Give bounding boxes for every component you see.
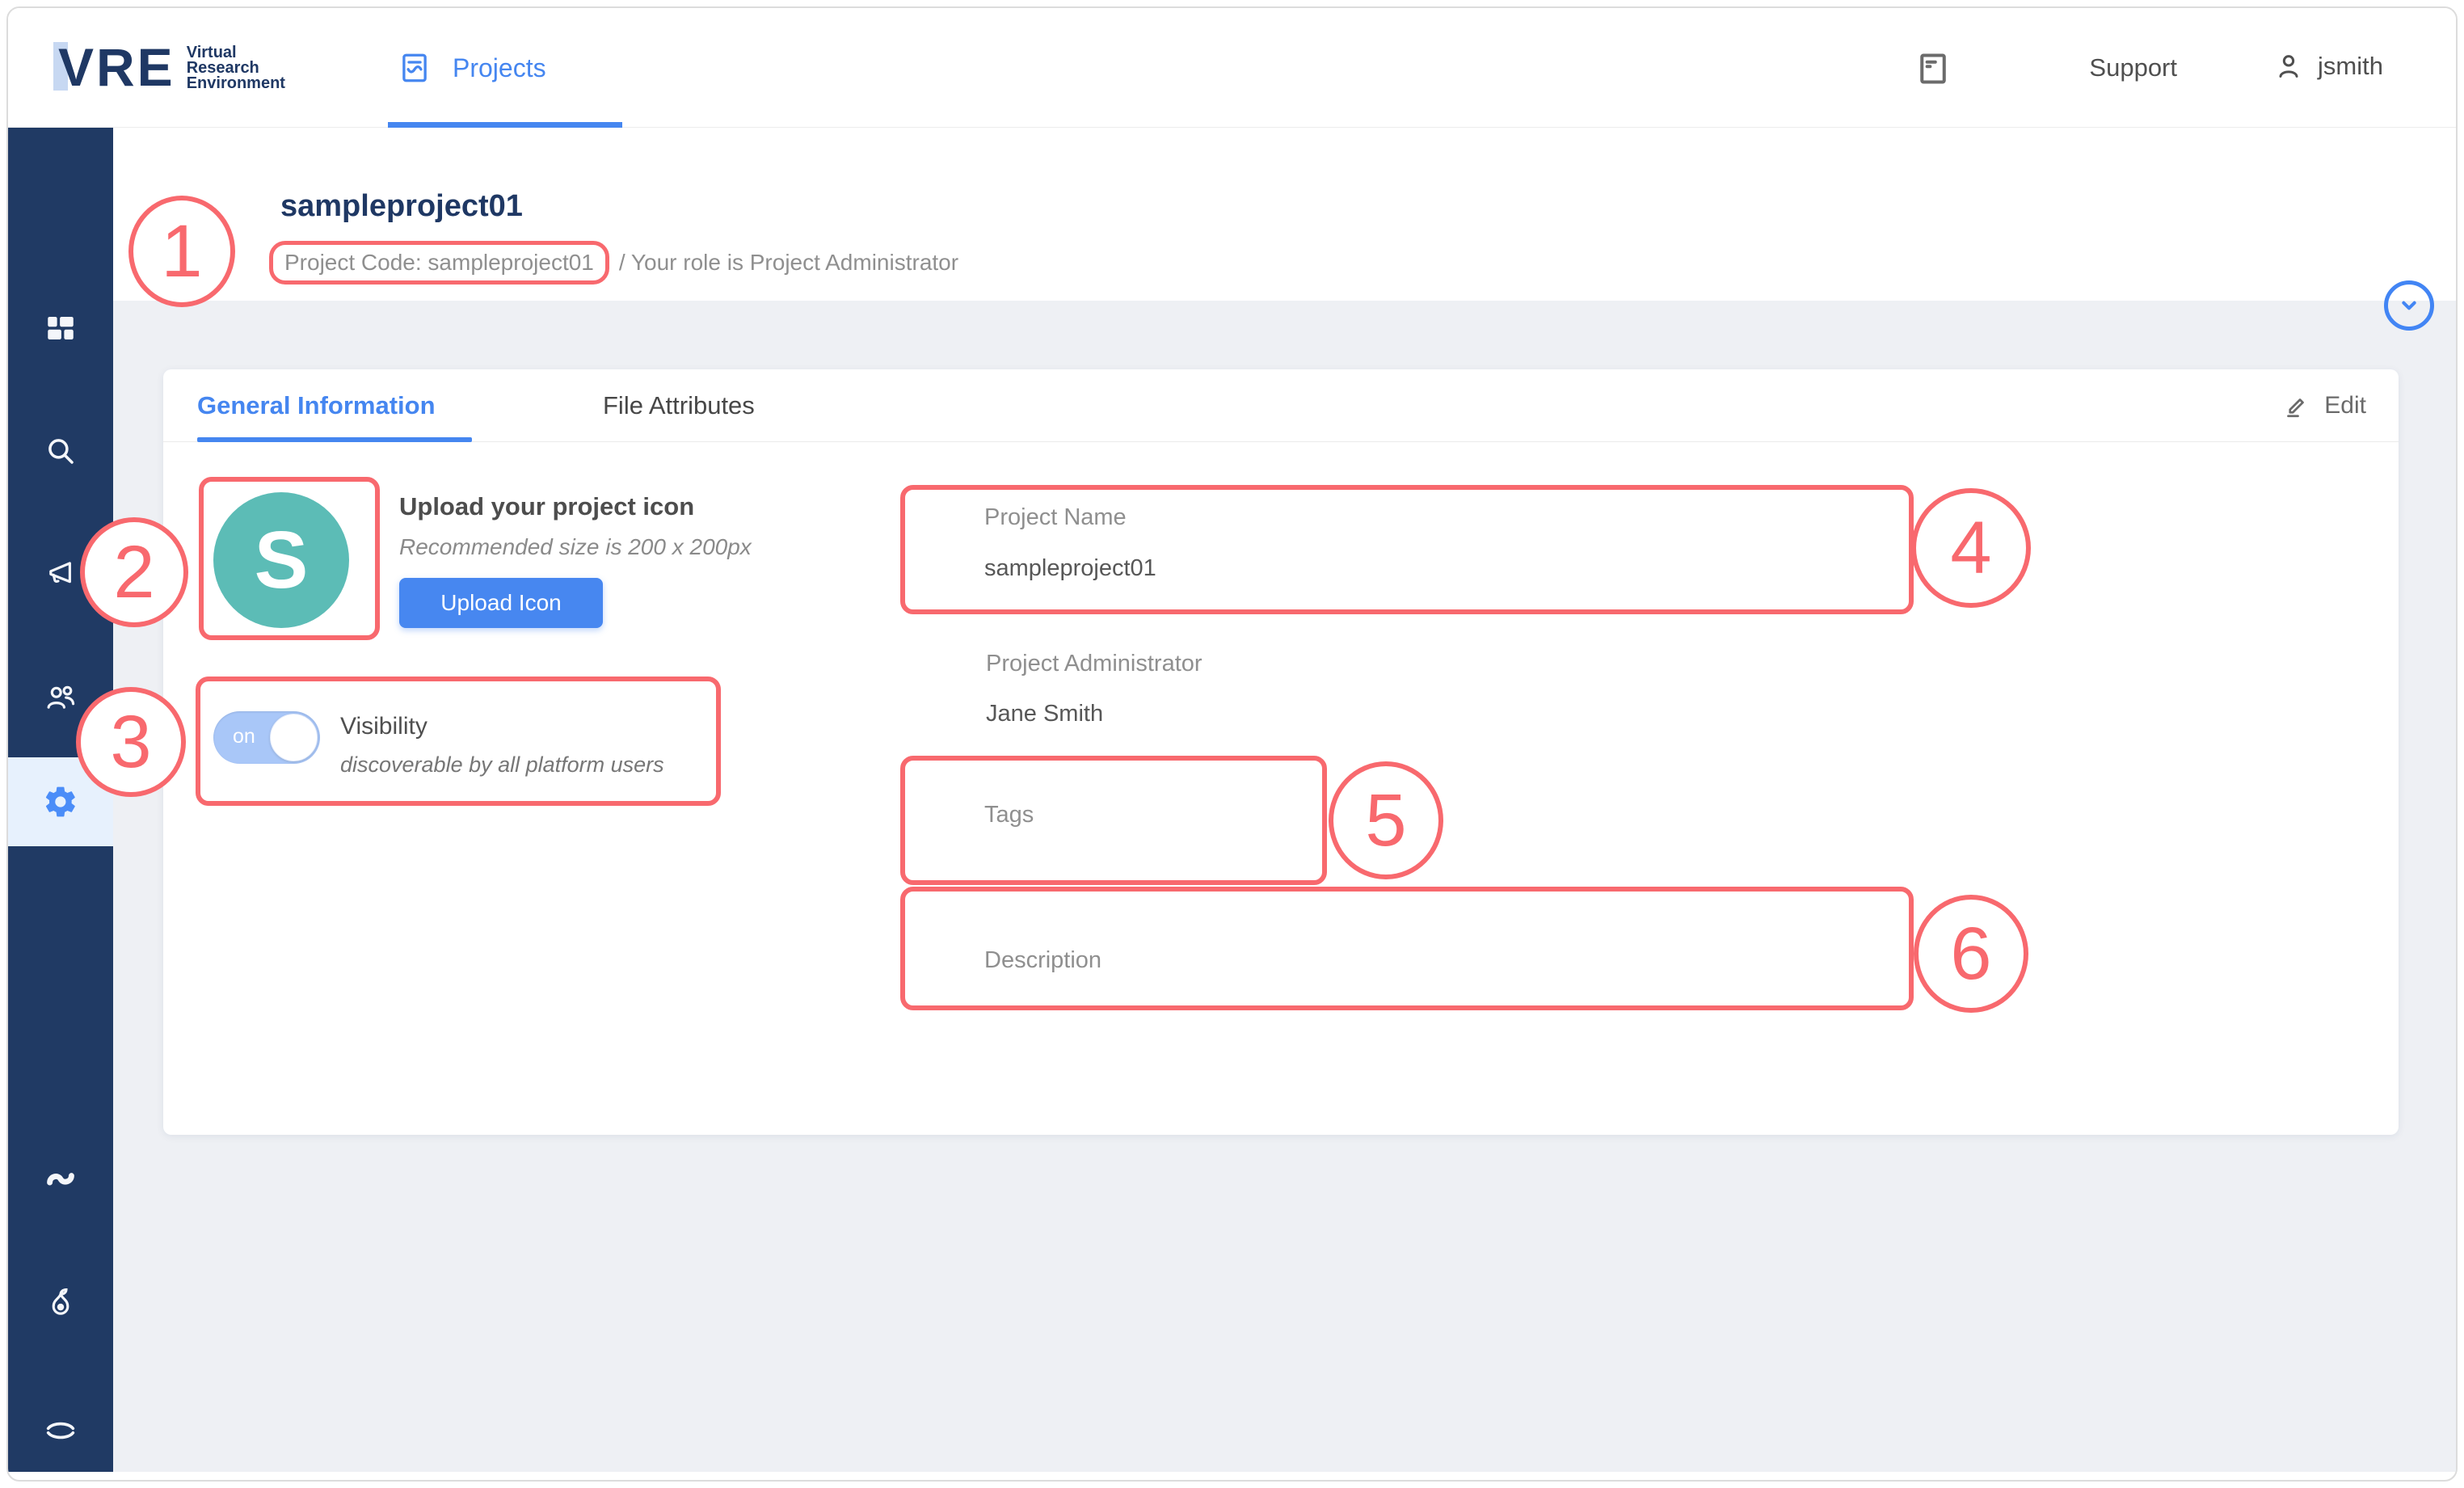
sidebar-item-lens[interactable] <box>8 1386 113 1475</box>
projects-label: Projects <box>453 53 546 83</box>
page-title: sampleproject01 <box>280 189 523 224</box>
sidebar <box>8 128 113 1472</box>
sidebar-item-dashboard[interactable] <box>8 284 113 373</box>
edit-button[interactable]: Edit <box>2282 369 2366 442</box>
pencil-icon <box>2282 391 2311 420</box>
chevron-down-icon <box>2393 289 2425 322</box>
tab-file-attributes[interactable]: File Attributes <box>603 369 755 442</box>
active-nav-underline <box>388 122 622 128</box>
project-settings-card: General Information File Attributes Edit… <box>163 369 2399 1135</box>
project-name-value: sampleproject01 <box>984 555 1156 582</box>
support-link[interactable]: Support <box>2089 53 2177 82</box>
upload-heading: Upload your project icon <box>399 492 694 521</box>
annotation-badge-1: 1 <box>128 196 235 307</box>
tab-general-information[interactable]: General Information <box>197 369 436 442</box>
upload-icon-button[interactable]: Upload Icon <box>399 578 603 628</box>
sidebar-item-users[interactable] <box>8 652 113 741</box>
release-notes-icon[interactable] <box>1915 50 1951 87</box>
description-label: Description <box>984 947 1101 974</box>
logo-line3: Environment <box>187 76 285 91</box>
search-icon <box>44 434 78 468</box>
support-label: Support <box>2089 53 2177 82</box>
project-admin-value: Jane Smith <box>986 701 1103 727</box>
toggle-state-label: on <box>233 725 255 748</box>
sidebar-item-superset[interactable] <box>8 1136 113 1225</box>
user-menu[interactable]: jsmith <box>2272 50 2383 82</box>
breadcrumb: Project Code: sampleproject01 / Your rol… <box>280 241 958 285</box>
projects-icon <box>398 51 432 85</box>
sidebar-item-settings[interactable] <box>8 757 113 846</box>
username: jsmith <box>2318 52 2383 81</box>
sidebar-item-guacamole[interactable] <box>8 1258 113 1347</box>
sidebar-item-search[interactable] <box>8 407 113 495</box>
logo-acronym: VRE <box>58 40 175 94</box>
users-icon <box>44 680 78 714</box>
visibility-hint: discoverable by all platform users <box>340 752 664 778</box>
screenshot: VRE Virtual Research Environment Project… <box>0 0 2464 1488</box>
app-window: VRE Virtual Research Environment Project… <box>6 6 2458 1482</box>
role-text: / Your role is Project Administrator <box>619 250 958 276</box>
sidebar-item-announcement[interactable] <box>8 529 113 618</box>
logo-wordmark: Virtual Research Environment <box>187 45 285 91</box>
dashboard-icon <box>44 311 78 345</box>
tags-label: Tags <box>984 802 1034 828</box>
card-tab-bar: General Information File Attributes Edit <box>163 369 2399 442</box>
project-code-annotated: Project Code: sampleproject01 <box>269 241 609 285</box>
project-admin-label: Project Administrator <box>986 651 1203 677</box>
vre-logo: VRE Virtual Research Environment <box>58 40 285 94</box>
toggle-knob <box>270 714 318 761</box>
megaphone-icon <box>44 557 78 591</box>
gear-icon <box>43 784 78 820</box>
nav-tab-projects[interactable]: Projects <box>388 8 556 128</box>
project-avatar: S <box>213 492 349 628</box>
superset-icon <box>42 1161 79 1199</box>
upload-hint: Recommended size is 200 x 200px <box>399 534 752 560</box>
user-icon <box>2272 50 2305 82</box>
edit-label: Edit <box>2324 392 2366 419</box>
visibility-toggle[interactable]: on <box>213 711 320 764</box>
lens-icon <box>42 1412 79 1449</box>
avocado-icon <box>43 1285 78 1321</box>
active-tab-underline <box>197 437 472 442</box>
visibility-label: Visibility <box>340 713 428 740</box>
project-name-label: Project Name <box>984 504 1127 531</box>
collapse-chevron-button[interactable] <box>2384 280 2434 331</box>
top-header: VRE Virtual Research Environment Project… <box>8 8 2456 128</box>
